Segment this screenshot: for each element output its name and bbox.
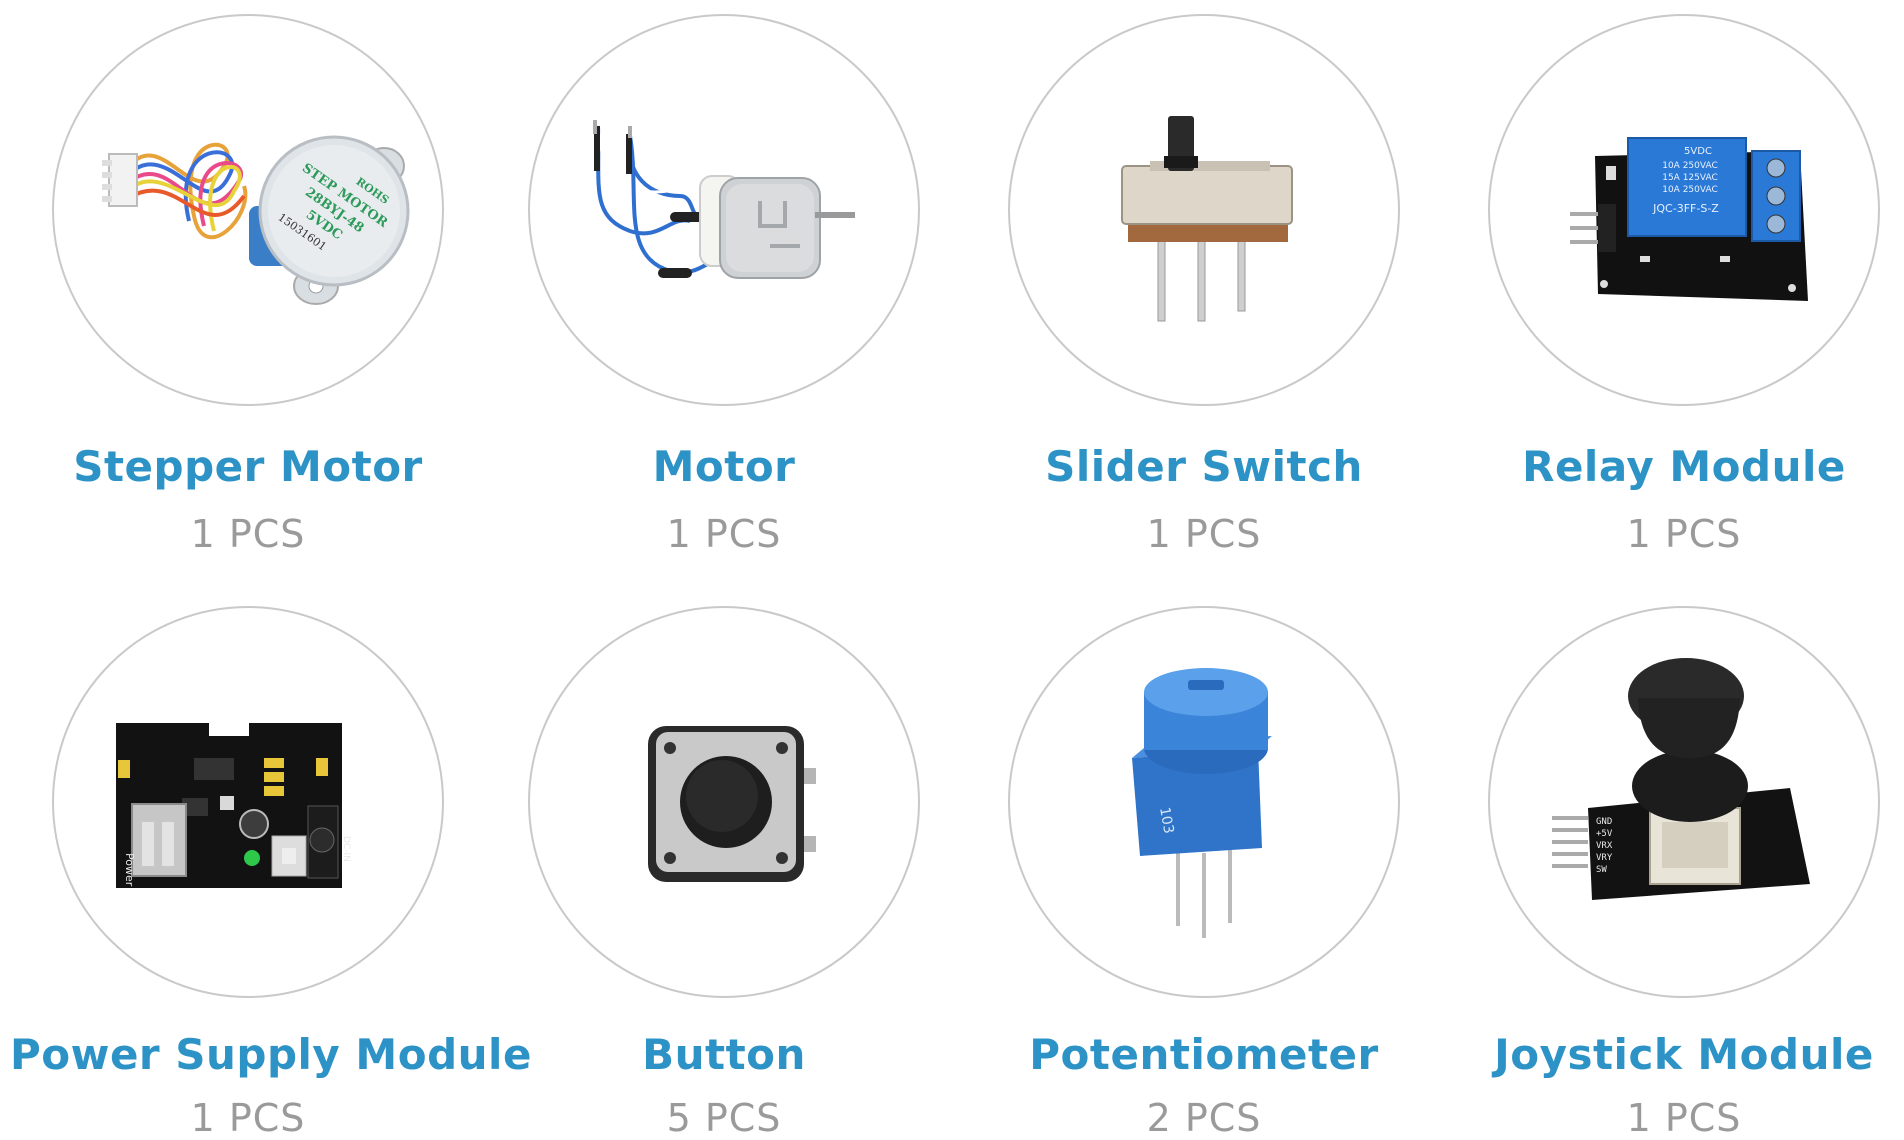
- component-quantity: 1 PCS: [1626, 512, 1742, 556]
- component-quantity: 5 PCS: [666, 1096, 782, 1140]
- component-name: Power Supply Module: [10, 1030, 532, 1079]
- power-supply-module-icon: Power DC-IN: [52, 606, 444, 998]
- joystick-print-vry: VRY: [1596, 853, 1613, 863]
- component-name: Potentiometer: [1029, 1030, 1379, 1079]
- joystick-print-5v: +5V: [1596, 829, 1613, 839]
- component-name: Stepper Motor: [73, 442, 423, 491]
- relay-print-model: JQC-3FF-S-Z: [1652, 202, 1719, 215]
- power-module-print-power: Power: [123, 853, 136, 887]
- joystick-print-gnd: GND: [1596, 817, 1612, 827]
- component-grid: ROHS STEP MOTOR 28BYJ-48 5VDC 15031601 S…: [0, 0, 1904, 1140]
- dc-motor-icon: [528, 14, 920, 406]
- joystick-print-sw: SW: [1596, 865, 1607, 875]
- component-name: Joystick Module: [1494, 1030, 1874, 1079]
- component-name: Slider Switch: [1045, 442, 1363, 491]
- relay-module-icon: 5VDC 10A 250VAC 15A 125VAC 10A 250VAC JQ…: [1488, 14, 1880, 406]
- component-name: Relay Module: [1522, 442, 1846, 491]
- component-quantity: 1 PCS: [1626, 1096, 1742, 1140]
- slider-switch-icon: [1008, 14, 1400, 406]
- joystick-module-icon: GND +5V VRX VRY SW: [1488, 606, 1880, 998]
- relay-print-rating-1: 10A 250VAC: [1662, 161, 1718, 171]
- potentiometer-icon: 103: [1008, 606, 1400, 998]
- power-module-print-dcin: DC-IN: [341, 836, 351, 862]
- push-button-icon: [528, 606, 920, 998]
- relay-print-rating-3: 10A 250VAC: [1662, 185, 1718, 195]
- component-quantity: 1 PCS: [1146, 512, 1262, 556]
- joystick-print-vrx: VRX: [1596, 841, 1613, 851]
- component-quantity: 2 PCS: [1146, 1096, 1262, 1140]
- component-quantity: 1 PCS: [190, 512, 306, 556]
- stepper-motor-icon: ROHS STEP MOTOR 28BYJ-48 5VDC 15031601: [52, 14, 444, 406]
- relay-print-voltage: 5VDC: [1684, 146, 1712, 157]
- component-quantity: 1 PCS: [666, 512, 782, 556]
- component-quantity: 1 PCS: [190, 1096, 306, 1140]
- component-name: Button: [642, 1030, 806, 1079]
- relay-print-rating-2: 15A 125VAC: [1662, 173, 1718, 183]
- component-name: Motor: [652, 442, 796, 491]
